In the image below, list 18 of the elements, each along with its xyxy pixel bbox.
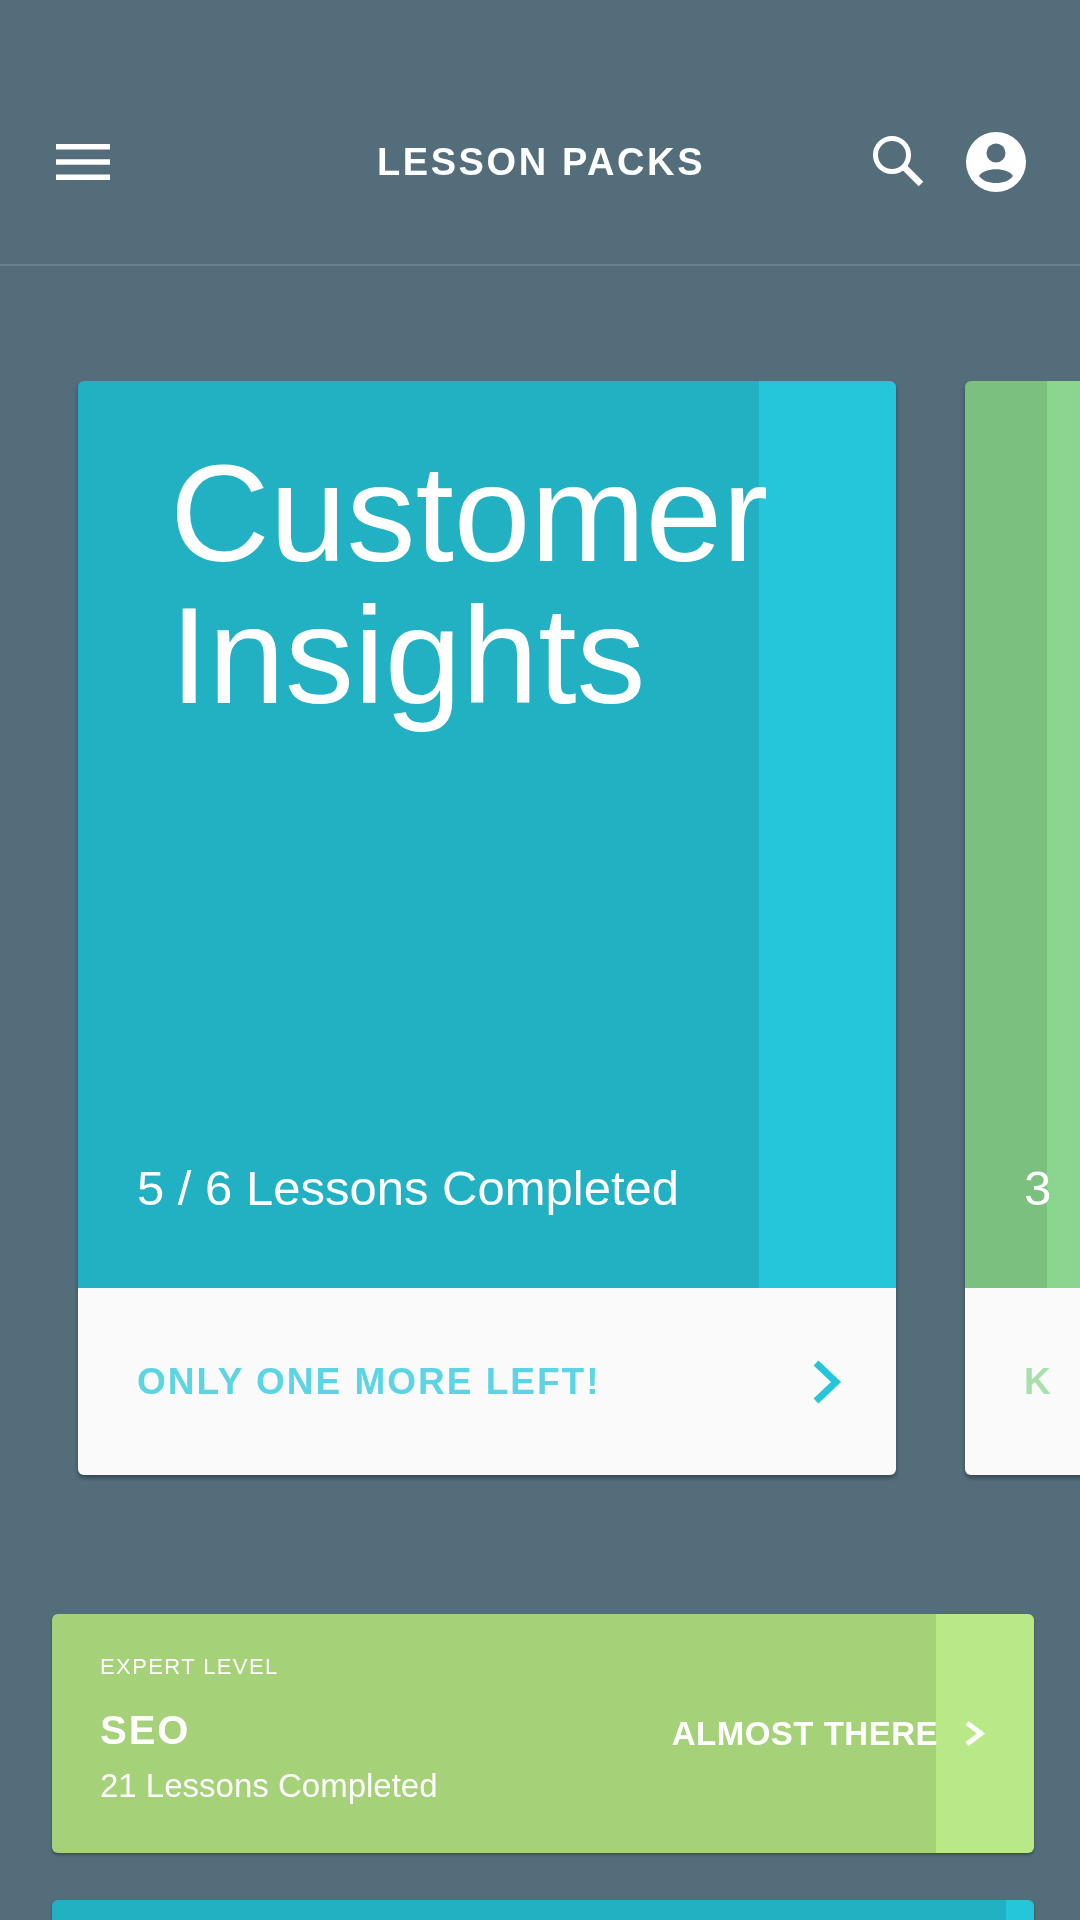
pack-title: SEO	[100, 1707, 191, 1754]
lessons-completed-text: 21 Lessons Completed	[100, 1766, 438, 1806]
chevron-right-icon	[812, 1358, 842, 1405]
pack-card[interactable]: EXPERT LEVEL SEO 21 Lessons Completed ALMOST THERE	[52, 1614, 1034, 1853]
page-title: LESSON PACKS	[376, 140, 706, 185]
pack-card[interactable]: 3 K	[965, 381, 1080, 1475]
lessons-completed-text: 3	[1024, 1160, 1052, 1218]
account-icon[interactable]	[966, 132, 1026, 192]
pack-card[interactable]: Customer Insights 5 / 6 Lessons Completed ONLY ONE MORE LEFT!	[78, 381, 896, 1475]
level-label: EXPERT LEVEL	[100, 1654, 279, 1680]
lessons-completed-text: 5 / 6 Lessons Completed	[137, 1160, 680, 1218]
card-action-button[interactable]: ONLY ONE MORE LEFT!	[78, 1288, 896, 1475]
chevron-right-icon	[964, 1720, 986, 1747]
pack-title: Customer Insights	[170, 442, 769, 734]
menu-icon[interactable]	[56, 144, 110, 180]
pack-action-button[interactable]: ALMOST THERE	[671, 1714, 986, 1753]
card-action-button[interactable]: K	[965, 1288, 1080, 1475]
search-icon[interactable]	[873, 136, 925, 188]
